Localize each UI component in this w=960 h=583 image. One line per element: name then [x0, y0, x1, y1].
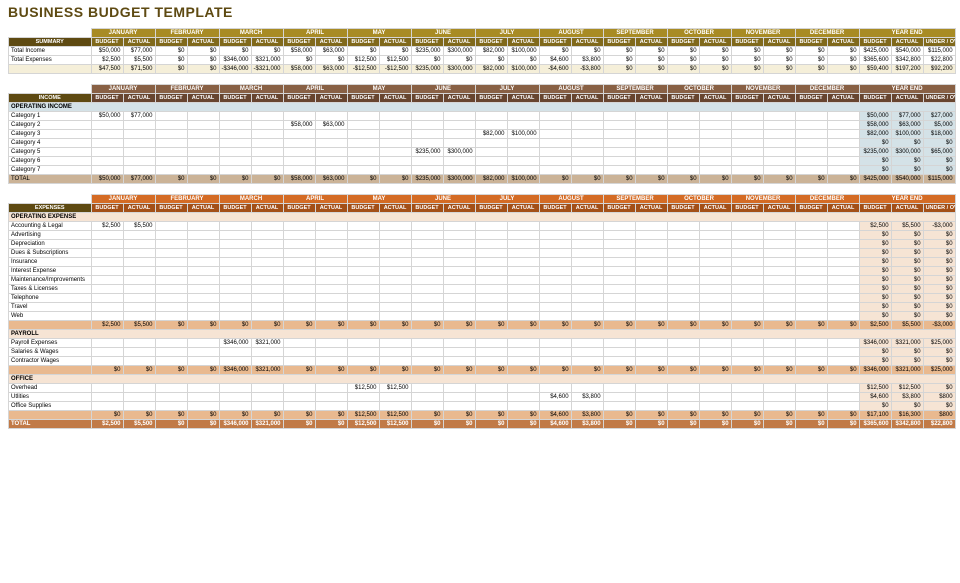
expenses-table: JANUARYFEBRUARYMARCHAPRILMAYJUNEJULYAUGU…	[8, 194, 956, 429]
income-table: JANUARYFEBRUARYMARCHAPRILMAYJUNEJULYAUGU…	[8, 84, 956, 184]
page-title: BUSINESS BUDGET TEMPLATE	[0, 0, 960, 28]
summary-table: JANUARYFEBRUARYMARCHAPRILMAYJUNEJULYAUGU…	[8, 28, 956, 74]
